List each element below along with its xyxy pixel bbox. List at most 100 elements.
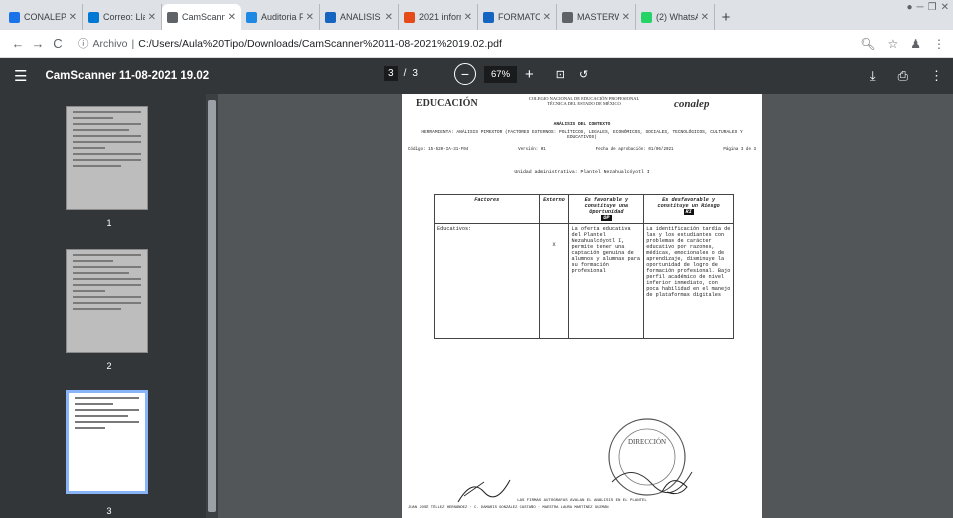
page-number-input[interactable]: 3 bbox=[384, 66, 398, 81]
thumbnail-sidebar: 1 2 3 bbox=[0, 94, 218, 518]
zoom-in-button[interactable]: + bbox=[525, 66, 534, 83]
browser-tab[interactable]: Correo: Llan✕ bbox=[83, 4, 162, 30]
factors-table: Factores Externo Es favorable y constitu… bbox=[434, 194, 734, 339]
doc-version: Versión: 01 bbox=[518, 148, 546, 152]
row-factor: Educativos: bbox=[434, 223, 540, 339]
zoom-out-button[interactable]: − bbox=[454, 63, 476, 85]
tab-close-icon[interactable]: ✕ bbox=[701, 12, 709, 23]
op-tag: OP bbox=[601, 215, 612, 221]
tab-favicon-icon bbox=[88, 11, 99, 23]
col-desfavorable: Es desfavorable y constituye un Riesgo RI bbox=[643, 194, 734, 224]
tab-label: (2) WhatsAp bbox=[656, 12, 698, 22]
thumbnail-number: 3 bbox=[106, 506, 112, 516]
sidebar-scroll-thumb[interactable] bbox=[208, 100, 216, 512]
thumbnail-number: 2 bbox=[106, 361, 112, 371]
tab-favicon-icon bbox=[404, 11, 415, 23]
more-menu-icon[interactable]: ⋮ bbox=[933, 37, 945, 51]
col-externo: Externo bbox=[538, 194, 570, 224]
minimize-icon[interactable]: ─ bbox=[917, 2, 924, 13]
tab-close-icon[interactable]: ✕ bbox=[228, 12, 236, 23]
thumbnail-page-3[interactable] bbox=[66, 390, 148, 494]
print-icon[interactable]: ⎙ bbox=[898, 68, 908, 84]
tab-close-icon[interactable]: ✕ bbox=[148, 12, 156, 23]
ri-tag: RI bbox=[683, 209, 694, 215]
page-total: 3 bbox=[412, 68, 418, 79]
doc-subtitle: HERRAMIENTA: ANÁLISIS PIMEXTOR (FACTORES… bbox=[421, 130, 743, 140]
doc-meta: Código: 15-520-IA-31-F04 Versión: 01 Fec… bbox=[408, 148, 756, 152]
tab-close-icon[interactable]: ✕ bbox=[385, 12, 393, 23]
browser-tab[interactable]: (2) WhatsAp✕ bbox=[636, 4, 715, 30]
doc-title: ANÁLISIS DEL CONTEXTO bbox=[553, 122, 611, 127]
institution-name: COLEGIO NACIONAL DE EDUCACIÓN PROFESIONA… bbox=[528, 96, 640, 106]
browser-tab[interactable]: Auditoria Fo✕ bbox=[241, 4, 320, 30]
signatories: JUAN JOSÉ TÉLLEZ HERNÁNDEZ · C. DAMARIS … bbox=[408, 506, 756, 510]
zoom-controls: − 67% + ⊡ ↺ bbox=[454, 63, 588, 85]
info-icon[interactable]: ⓘ bbox=[78, 36, 89, 51]
browser-tab[interactable]: CamScanne✕ bbox=[162, 4, 241, 30]
new-tab-button[interactable]: + bbox=[715, 4, 737, 30]
rotate-icon[interactable]: ↺ bbox=[579, 68, 588, 81]
tab-label: FORMATO F bbox=[498, 12, 540, 22]
col-favorable: Es favorable y constituye una Oportunida… bbox=[568, 194, 645, 224]
tab-label: CamScanne bbox=[182, 12, 225, 22]
restore-icon[interactable]: ❐ bbox=[928, 2, 937, 13]
bookmark-star-icon[interactable]: ☆ bbox=[887, 37, 898, 51]
zoom-icon[interactable]: 🔍︎ bbox=[860, 37, 875, 51]
menu-icon[interactable]: ☰ bbox=[14, 67, 27, 85]
tab-label: Auditoria Fo bbox=[261, 12, 303, 22]
admin-unit: Unidad administrativa: Plantel Nezahualc… bbox=[514, 170, 650, 175]
tab-favicon-icon bbox=[167, 11, 178, 23]
tab-close-icon[interactable]: ✕ bbox=[464, 12, 472, 23]
browser-tab[interactable]: CONALEP E✕ bbox=[4, 4, 83, 30]
browser-tab[interactable]: ANALISIS D✕ bbox=[320, 4, 399, 30]
url-text: C:/Users/Aula%20Tipo/Downloads/CamScanne… bbox=[138, 37, 502, 50]
browser-tab[interactable]: FORMATO F✕ bbox=[478, 4, 557, 30]
tab-favicon-icon bbox=[9, 11, 20, 23]
profile-icon[interactable]: ● bbox=[907, 2, 913, 13]
tab-favicon-icon bbox=[246, 11, 257, 23]
col-factores: Factores bbox=[434, 194, 540, 224]
pdf-page: EDUCACIÓN COLEGIO NACIONAL DE EDUCACIÓN … bbox=[402, 94, 762, 518]
browser-tab[interactable]: MASTERWE✕ bbox=[557, 4, 636, 30]
tab-favicon-icon bbox=[325, 11, 336, 23]
document-viewer: EDUCACIÓN COLEGIO NACIONAL DE EDUCACIÓN … bbox=[218, 94, 953, 518]
tab-label: 2021 inform bbox=[419, 12, 461, 22]
tab-close-icon[interactable]: ✕ bbox=[306, 12, 314, 23]
tab-favicon-icon bbox=[483, 11, 494, 23]
browser-tab-strip: CONALEP E✕Correo: Llan✕CamScanne✕Auditor… bbox=[0, 0, 953, 30]
tab-label: CONALEP E bbox=[24, 12, 66, 22]
doc-date: Fecha de aprobación: 01/06/2021 bbox=[595, 148, 674, 152]
pdf-more-icon[interactable]: ⋮ bbox=[930, 68, 943, 84]
doc-code: Código: 15-520-IA-31-F04 bbox=[408, 148, 469, 152]
account-icon[interactable]: ♟ bbox=[910, 37, 921, 51]
url-field[interactable]: ⓘ Archivo | C:/Users/Aula%20Tipo/Downloa… bbox=[78, 36, 502, 51]
stamp-text: DIRECCIÓN bbox=[628, 438, 666, 446]
official-stamp: DIRECCIÓN bbox=[608, 418, 693, 496]
tab-favicon-icon bbox=[562, 11, 573, 23]
tab-favicon-icon bbox=[641, 11, 652, 23]
row-desfavorable: La identificación tardía de las y los es… bbox=[643, 223, 734, 339]
page-separator: / bbox=[403, 68, 407, 79]
signatory-names: JUAN JOSÉ TÉLLEZ HERNÁNDEZ · C. DAMARIS … bbox=[408, 506, 609, 510]
forward-icon[interactable]: → bbox=[28, 36, 48, 51]
thumbnail-page-2[interactable] bbox=[66, 249, 148, 353]
download-icon[interactable]: ⤓ bbox=[870, 68, 876, 84]
browser-tab[interactable]: 2021 inform✕ bbox=[399, 4, 478, 30]
thumbnail-number: 1 bbox=[106, 218, 112, 228]
tab-close-icon[interactable]: ✕ bbox=[543, 12, 551, 23]
tab-label: ANALISIS D bbox=[340, 12, 382, 22]
close-window-icon[interactable]: ✕ bbox=[941, 2, 949, 13]
doc-page: Página 3 de 3 bbox=[723, 148, 756, 152]
conalep-logo: conalep bbox=[674, 98, 710, 110]
zoom-input[interactable]: 67% bbox=[484, 65, 518, 83]
url-prefix: Archivo bbox=[92, 37, 128, 50]
tab-label: MASTERWE bbox=[577, 12, 619, 22]
reload-icon[interactable]: C bbox=[48, 36, 68, 51]
pdf-title: CamScanner 11-08-2021 19.02 bbox=[45, 70, 210, 82]
tab-close-icon[interactable]: ✕ bbox=[622, 12, 630, 23]
tab-close-icon[interactable]: ✕ bbox=[69, 12, 77, 23]
back-icon[interactable]: ← bbox=[8, 36, 28, 51]
fit-page-icon[interactable]: ⊡ bbox=[556, 68, 565, 81]
footer-note: LAS FIRMAS AUTÓGRAFAS AVALAN EL ANÁLISIS… bbox=[517, 499, 647, 503]
thumbnail-page-1[interactable] bbox=[66, 106, 148, 210]
